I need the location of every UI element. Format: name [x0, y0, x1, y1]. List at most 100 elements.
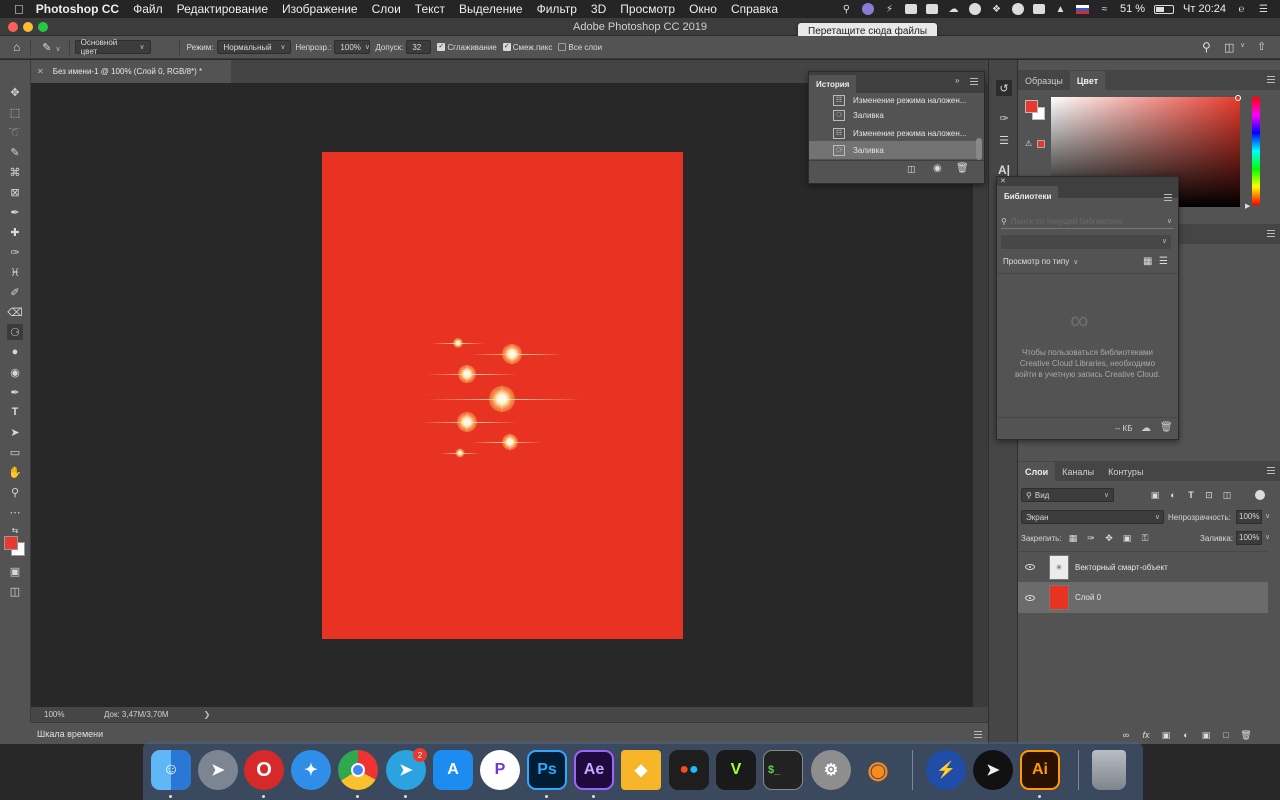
- out-of-gamut-color-swatch[interactable]: [1037, 140, 1045, 148]
- more-tools-icon[interactable]: ⋯: [7, 504, 23, 520]
- chevron-down-icon[interactable]: ∨: [1265, 512, 1270, 520]
- smart-object-filter-icon[interactable]: ◫: [1222, 490, 1232, 500]
- train-icon[interactable]: [1032, 4, 1045, 14]
- close-document-icon[interactable]: ✕: [37, 67, 44, 76]
- timeline-label[interactable]: Шкала времени: [37, 729, 103, 739]
- history-brush-tool-icon[interactable]: ✐: [7, 284, 23, 300]
- share-icon[interactable]: ⇧: [1257, 40, 1266, 53]
- screen-icon[interactable]: [925, 4, 938, 14]
- sketch-icon[interactable]: ◆: [621, 750, 661, 790]
- color-picker-ring[interactable]: [1235, 95, 1241, 101]
- collapse-panel-icon[interactable]: »: [955, 76, 959, 85]
- history-item[interactable]: ⚆ Заливка: [809, 106, 984, 124]
- color-panel-foreground-swatch[interactable]: [1025, 100, 1038, 113]
- figma-icon[interactable]: ● ●: [669, 750, 709, 790]
- battery-icon[interactable]: [1154, 4, 1175, 14]
- add-mask-icon[interactable]: ▣: [1161, 730, 1171, 740]
- lock-all-icon[interactable]: ⚿: [1140, 533, 1150, 543]
- menu-image[interactable]: Изображение: [282, 2, 358, 16]
- trash-icon[interactable]: 🗑: [956, 163, 969, 174]
- layer-style-icon[interactable]: fx: [1141, 730, 1151, 740]
- type-filter-icon[interactable]: T: [1186, 490, 1196, 500]
- trash-icon[interactable]: 🗑: [1160, 422, 1173, 433]
- layer-row-smart-object[interactable]: ✳ Векторный смарт-объект: [1018, 551, 1268, 582]
- menu-type[interactable]: Текст: [415, 2, 445, 16]
- blur-tool-icon[interactable]: ●: [7, 344, 23, 360]
- tab-channels[interactable]: Каналы: [1055, 462, 1101, 481]
- app-menu[interactable]: Photoshop CC: [36, 2, 119, 16]
- path-selection-tool-icon[interactable]: ➤: [7, 424, 23, 440]
- lock-artboard-icon[interactable]: ▣: [1122, 533, 1132, 543]
- move-tool-icon[interactable]: ✥: [7, 84, 23, 100]
- new-snapshot-icon[interactable]: ◉: [933, 163, 942, 174]
- all-layers-checkbox[interactable]: Все слои: [558, 43, 602, 52]
- eraser-tool-icon[interactable]: ⌫: [7, 304, 23, 320]
- view-by-type-select[interactable]: Просмотр по типу ∨: [1003, 257, 1078, 266]
- finder-icon[interactable]: ☺: [151, 750, 191, 790]
- workspace-icon[interactable]: ◫: [1224, 41, 1234, 54]
- menu-help[interactable]: Справка: [731, 2, 778, 16]
- type-tool-icon[interactable]: T: [7, 404, 23, 420]
- menu-view[interactable]: Просмотр: [620, 2, 675, 16]
- chevron-right-icon[interactable]: ❯: [204, 710, 211, 719]
- dodge-tool-icon[interactable]: ◉: [7, 364, 23, 380]
- tab-layers[interactable]: Слои: [1018, 462, 1056, 481]
- pixel-filter-icon[interactable]: ▣: [1150, 490, 1160, 500]
- contiguous-checkbox[interactable]: ✓ Смеж.пикс: [502, 43, 552, 52]
- link-layers-icon[interactable]: ∞: [1121, 730, 1131, 740]
- history-scrollbar[interactable]: [976, 138, 982, 160]
- chevron-down-icon[interactable]: ∨: [1265, 533, 1270, 541]
- launchpad-icon[interactable]: ➤: [198, 750, 238, 790]
- notification-center-icon[interactable]: ☰: [1257, 4, 1270, 15]
- trash-icon[interactable]: 🗑: [1240, 730, 1251, 740]
- zoom-tool-icon[interactable]: ⚲: [7, 484, 23, 500]
- system-preferences-icon[interactable]: ⚙: [811, 750, 851, 790]
- antialias-checkbox[interactable]: ✓ Сглаживание: [437, 43, 497, 52]
- close-panel-icon[interactable]: ✕: [1000, 177, 1006, 185]
- panel-menu-icon[interactable]: [1267, 230, 1275, 237]
- paint-bucket-preset-icon[interactable]: ✎ ∨: [42, 41, 60, 54]
- new-document-from-state-icon[interactable]: ◫: [907, 164, 916, 175]
- panel-menu-icon[interactable]: [1164, 194, 1172, 201]
- paint-bucket-tool-icon[interactable]: ⚆: [7, 324, 23, 340]
- layer-blend-mode-select[interactable]: Экран ∨: [1021, 510, 1164, 524]
- gamut-warning-icon[interactable]: ⚠: [1025, 139, 1032, 148]
- sync-icon[interactable]: [1011, 3, 1024, 15]
- layer-opacity-input[interactable]: 100%: [1236, 510, 1262, 524]
- brush-tool-icon[interactable]: ✑: [7, 244, 23, 260]
- marquee-tool-icon[interactable]: ⬚: [7, 104, 23, 120]
- eye-icon[interactable]: [1025, 564, 1035, 570]
- dropbox-icon[interactable]: ❖: [990, 4, 1003, 15]
- pause-icon[interactable]: [968, 3, 981, 15]
- clock[interactable]: Чт 20:24: [1183, 3, 1226, 15]
- new-layer-icon[interactable]: □: [1221, 730, 1231, 740]
- adjustment-layer-icon[interactable]: ◐: [1181, 730, 1191, 740]
- grid-view-icon[interactable]: ▦: [1143, 256, 1152, 267]
- panel-menu-icon[interactable]: [1267, 467, 1275, 474]
- screen-mode-icon[interactable]: ◫: [7, 583, 23, 599]
- tolerance-input[interactable]: 32: [406, 40, 432, 54]
- eyedropper-tool-icon[interactable]: ✒: [7, 204, 23, 220]
- reeder-icon[interactable]: ⚡: [926, 750, 966, 790]
- cloud-upload-icon[interactable]: ☁: [947, 4, 960, 15]
- tab-paths[interactable]: Контуры: [1101, 462, 1150, 481]
- chevron-down-icon[interactable]: ∨: [1240, 41, 1245, 49]
- foreground-color-swatch[interactable]: [4, 536, 18, 550]
- layer-filter-select[interactable]: ⚲ Вид ∨: [1021, 488, 1114, 502]
- quick-mask-icon[interactable]: ▣: [7, 563, 23, 579]
- history-panel-icon[interactable]: ↺: [996, 80, 1012, 96]
- adjustments-icon[interactable]: ☰: [996, 132, 1012, 148]
- after-effects-icon[interactable]: Ae: [574, 750, 614, 790]
- home-icon[interactable]: ⌂: [13, 40, 20, 54]
- pen-tool-icon[interactable]: ✒: [7, 384, 23, 400]
- input-language-flag-icon[interactable]: [1075, 4, 1089, 14]
- library-select[interactable]: ∨: [1001, 235, 1171, 249]
- blender-icon[interactable]: ◉: [858, 750, 898, 790]
- lock-transparent-icon[interactable]: ▦: [1068, 533, 1078, 543]
- pockity-icon[interactable]: P: [480, 750, 520, 790]
- document-tab[interactable]: ✕ Без имени-1 @ 100% (Слой 0, RGB/8*) *: [31, 60, 231, 83]
- zoom-level[interactable]: 100%: [44, 710, 104, 719]
- shape-filter-icon[interactable]: ⊡: [1204, 490, 1214, 500]
- bolt-icon[interactable]: ⚡: [883, 4, 896, 15]
- brush-settings-icon[interactable]: ✑: [996, 110, 1012, 126]
